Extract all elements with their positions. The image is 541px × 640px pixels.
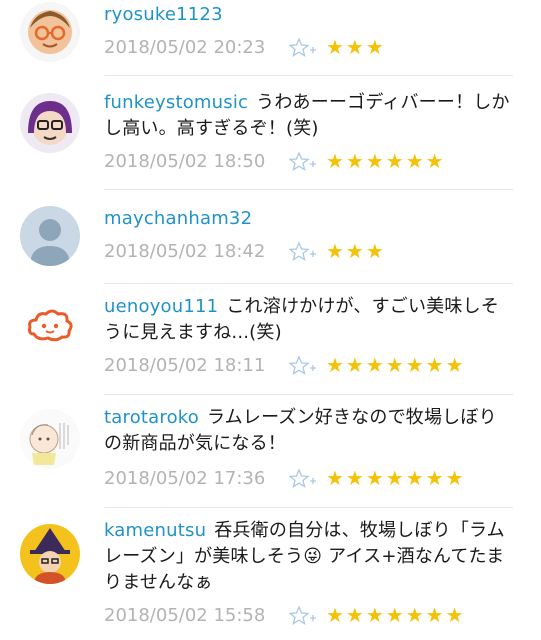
- rating-stars: ★★★: [326, 35, 386, 59]
- star-plus-icon[interactable]: [288, 240, 317, 264]
- comment-body: ryosuke1123: [104, 2, 513, 28]
- username-link[interactable]: maychanham32: [104, 208, 252, 229]
- comment-item: uenoyou111 これ溶けかけが、すごい美味しそうに見えますね...(笑) 2…: [0, 284, 541, 394]
- comment-meta: 2018/05/02 15:58 ★★★★★★★: [104, 603, 464, 628]
- avatar[interactable]: [20, 296, 80, 356]
- comment-item: kamenutsu 呑兵衛の自分は、牧場しぼり「ラムレーズン」が美味しそう😜 アイ…: [0, 508, 541, 640]
- comment-meta: 2018/05/02 18:11 ★★★★★★★: [104, 353, 464, 378]
- timestamp: 2018/05/02 20:23: [104, 37, 266, 58]
- timestamp: 2018/05/02 18:11: [104, 355, 266, 376]
- username-link[interactable]: ryosuke1123: [104, 4, 223, 25]
- timestamp: 2018/05/02 18:42: [104, 241, 266, 262]
- timestamp: 2018/05/02 15:58: [104, 605, 266, 626]
- comment-body: tarotaroko ラムレーズン好きなので牧場しぼりの新商品が気になる！: [104, 405, 513, 457]
- comment-meta: 2018/05/02 18:42 ★★★: [104, 239, 384, 264]
- comment-body: kamenutsu 呑兵衛の自分は、牧場しぼり「ラムレーズン」が美味しそう😜 アイ…: [104, 518, 513, 596]
- comment-meta: 2018/05/02 20:23 ★★★: [104, 35, 384, 60]
- username-link[interactable]: tarotaroko: [104, 407, 199, 428]
- avatar[interactable]: [20, 2, 80, 62]
- avatar[interactable]: [20, 409, 80, 469]
- comment-item: funkeystomusic うわあーーゴディバーー！しかし高い。高すぎるぞ！(笑…: [0, 80, 541, 190]
- rating-stars: ★★★★★★: [326, 149, 446, 173]
- comment-body: uenoyou111 これ溶けかけが、すごい美味しそうに見えますね...(笑): [104, 294, 513, 346]
- star-plus-icon[interactable]: [288, 354, 317, 378]
- timestamp: 2018/05/02 17:36: [104, 468, 266, 489]
- rating-stars: ★★★★★★★: [326, 603, 466, 627]
- timestamp: 2018/05/02 18:50: [104, 151, 266, 172]
- rating-stars: ★★★: [326, 239, 386, 263]
- username-link[interactable]: kamenutsu: [104, 520, 206, 541]
- comment-meta: 2018/05/02 18:50 ★★★★★★: [104, 149, 444, 174]
- star-plus-icon[interactable]: [288, 150, 317, 174]
- comment-item: maychanham32 2018/05/02 18:42 ★★★: [0, 190, 541, 280]
- comment-item: tarotaroko ラムレーズン好きなので牧場しぼりの新商品が気になる！ 201…: [0, 395, 541, 505]
- rating-stars: ★★★★★★★: [326, 353, 466, 377]
- comment-meta: 2018/05/02 17:36 ★★★★★★★: [104, 466, 464, 491]
- username-link[interactable]: uenoyou111: [104, 296, 218, 317]
- comment-body: maychanham32: [104, 206, 513, 232]
- rating-stars: ★★★★★★★: [326, 466, 466, 490]
- comment-body: funkeystomusic うわあーーゴディバーー！しかし高い。高すぎるぞ！(笑…: [104, 90, 513, 142]
- star-plus-icon[interactable]: [288, 36, 317, 60]
- avatar[interactable]: [20, 206, 80, 266]
- divider: [104, 75, 513, 76]
- avatar[interactable]: [20, 524, 80, 584]
- comment-item: ryosuke1123 2018/05/02 20:23 ★★★: [0, 0, 541, 80]
- star-plus-icon[interactable]: [288, 604, 317, 628]
- username-link[interactable]: funkeystomusic: [104, 92, 248, 113]
- avatar[interactable]: [20, 93, 80, 153]
- star-plus-icon[interactable]: [288, 467, 317, 491]
